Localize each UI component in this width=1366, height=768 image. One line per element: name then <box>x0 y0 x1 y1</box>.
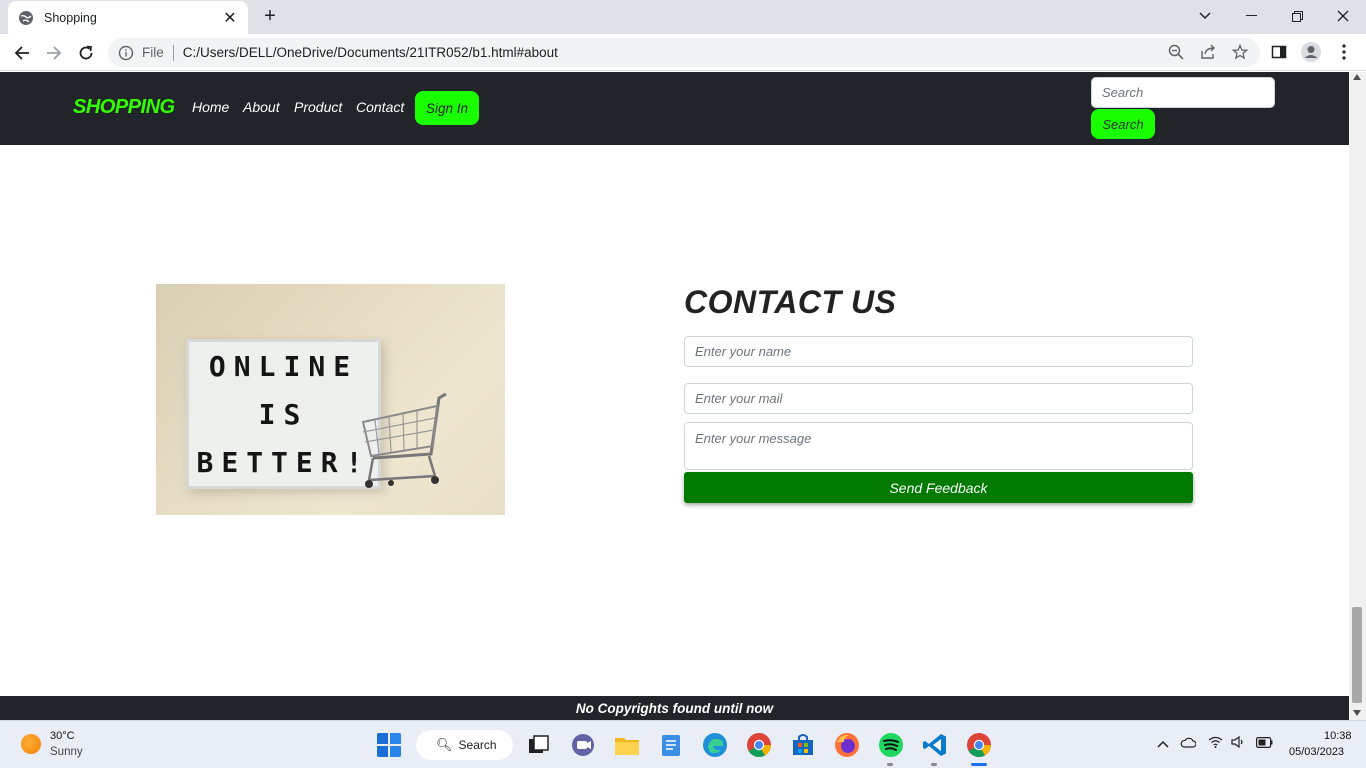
scheme-label: File <box>142 45 164 60</box>
weather-temperature[interactable]: 30°C <box>50 730 75 742</box>
send-feedback-button[interactable]: Send Feedback <box>684 472 1193 503</box>
back-arrow-icon[interactable] <box>10 41 34 65</box>
name-field[interactable]: Enter your name <box>684 336 1193 367</box>
forward-arrow-icon[interactable] <box>42 41 66 65</box>
sign-in-button[interactable]: Sign In <box>415 91 479 125</box>
running-indicator <box>931 763 937 766</box>
sign-text-line: ONLINE <box>208 350 359 383</box>
windows-taskbar: 30°C Sunny 🔍︎ Search 10:38 05/03/2023 <box>0 720 1366 768</box>
site-navbar: SHOPPING Home About Product Contact Sign… <box>0 72 1349 145</box>
globe-icon <box>19 10 33 25</box>
web-page: SHOPPING Home About Product Contact Sign… <box>0 72 1349 720</box>
windows-start-icon[interactable] <box>376 732 402 758</box>
chrome-icon[interactable] <box>746 732 772 758</box>
onedrive-cloud-icon[interactable] <box>1180 736 1197 751</box>
site-footer: No Copyrights found until now <box>0 696 1349 720</box>
clock-time[interactable]: 10:38 <box>1324 730 1352 742</box>
weather-condition[interactable]: Sunny <box>50 746 83 758</box>
nav-link-about[interactable]: About <box>243 99 280 115</box>
nav-link-contact[interactable]: Contact <box>356 99 404 115</box>
volume-icon[interactable] <box>1231 735 1245 751</box>
site-search-button[interactable]: Search <box>1091 109 1155 139</box>
spotify-icon[interactable] <box>878 732 904 758</box>
nav-link-product[interactable]: Product <box>294 99 342 115</box>
wifi-icon[interactable] <box>1208 736 1223 751</box>
profile-avatar-icon[interactable] <box>1300 41 1322 63</box>
tab-title: Shopping <box>44 10 97 25</box>
tab-search-icon[interactable] <box>1193 4 1217 28</box>
email-field[interactable]: Enter your mail <box>684 383 1193 414</box>
file-explorer-icon[interactable] <box>614 732 640 758</box>
scrollbar-thumb[interactable] <box>1352 607 1362 703</box>
microsoft-store-icon[interactable] <box>790 732 816 758</box>
chevron-up-icon[interactable] <box>1157 736 1169 751</box>
close-window-icon[interactable] <box>1331 4 1355 28</box>
edge-browser-icon[interactable] <box>702 732 728 758</box>
scroll-up-arrow-icon[interactable] <box>1353 74 1361 80</box>
task-view-icon[interactable] <box>526 732 552 758</box>
notepad-icon[interactable] <box>658 732 684 758</box>
info-icon[interactable] <box>118 45 134 61</box>
sign-text-line: IS <box>258 398 309 431</box>
shopping-cart-icon <box>361 392 447 488</box>
minimize-icon[interactable] <box>1239 4 1263 28</box>
active-app-indicator <box>971 763 987 766</box>
battery-icon[interactable] <box>1256 736 1273 751</box>
search-icon: 🔍︎ <box>436 737 453 752</box>
taskbar-search-label: Search <box>458 738 497 752</box>
chrome-active-icon[interactable] <box>966 732 992 758</box>
menu-kebab-icon[interactable] <box>1333 41 1355 63</box>
clock-date[interactable]: 05/03/2023 <box>1289 746 1344 758</box>
sun-weather-icon[interactable] <box>21 734 41 754</box>
online-shopping-image: ONLINE IS BETTER! <box>156 284 505 515</box>
reload-icon[interactable] <box>74 41 98 65</box>
new-tab-button[interactable]: + <box>260 6 280 26</box>
teams-chat-icon[interactable] <box>570 732 596 758</box>
browser-tab-strip: Shopping ✕ + <box>0 0 1366 34</box>
side-panel-icon[interactable] <box>1268 41 1290 63</box>
divider <box>172 44 174 61</box>
close-tab-icon[interactable]: ✕ <box>222 8 238 28</box>
site-brand[interactable]: SHOPPING <box>73 96 175 119</box>
address-bar[interactable]: File C:/Users/DELL/OneDrive/Documents/21… <box>108 38 1260 67</box>
share-icon[interactable] <box>1197 41 1219 63</box>
taskbar-search[interactable]: 🔍︎ Search <box>416 730 513 760</box>
nav-link-home[interactable]: Home <box>192 99 229 115</box>
site-search-input[interactable]: Search <box>1091 77 1275 108</box>
vscode-icon[interactable] <box>922 732 948 758</box>
firefox-icon[interactable] <box>834 732 860 758</box>
message-textarea[interactable]: Enter your message <box>684 422 1193 470</box>
sign-text-line: BETTER! <box>196 446 371 479</box>
browser-toolbar: File C:/Users/DELL/OneDrive/Documents/21… <box>0 34 1366 71</box>
browser-tab[interactable]: Shopping ✕ <box>8 1 248 34</box>
restore-icon[interactable] <box>1285 4 1309 28</box>
page-scrollbar[interactable] <box>1349 72 1366 720</box>
url-text[interactable]: C:/Users/DELL/OneDrive/Documents/21ITR05… <box>183 45 558 60</box>
contact-us-heading: CONTACT US <box>684 284 897 320</box>
bookmark-star-icon[interactable] <box>1229 41 1251 63</box>
scroll-down-arrow-icon[interactable] <box>1353 710 1361 716</box>
zoom-icon[interactable] <box>1165 41 1187 63</box>
running-indicator <box>887 763 893 766</box>
